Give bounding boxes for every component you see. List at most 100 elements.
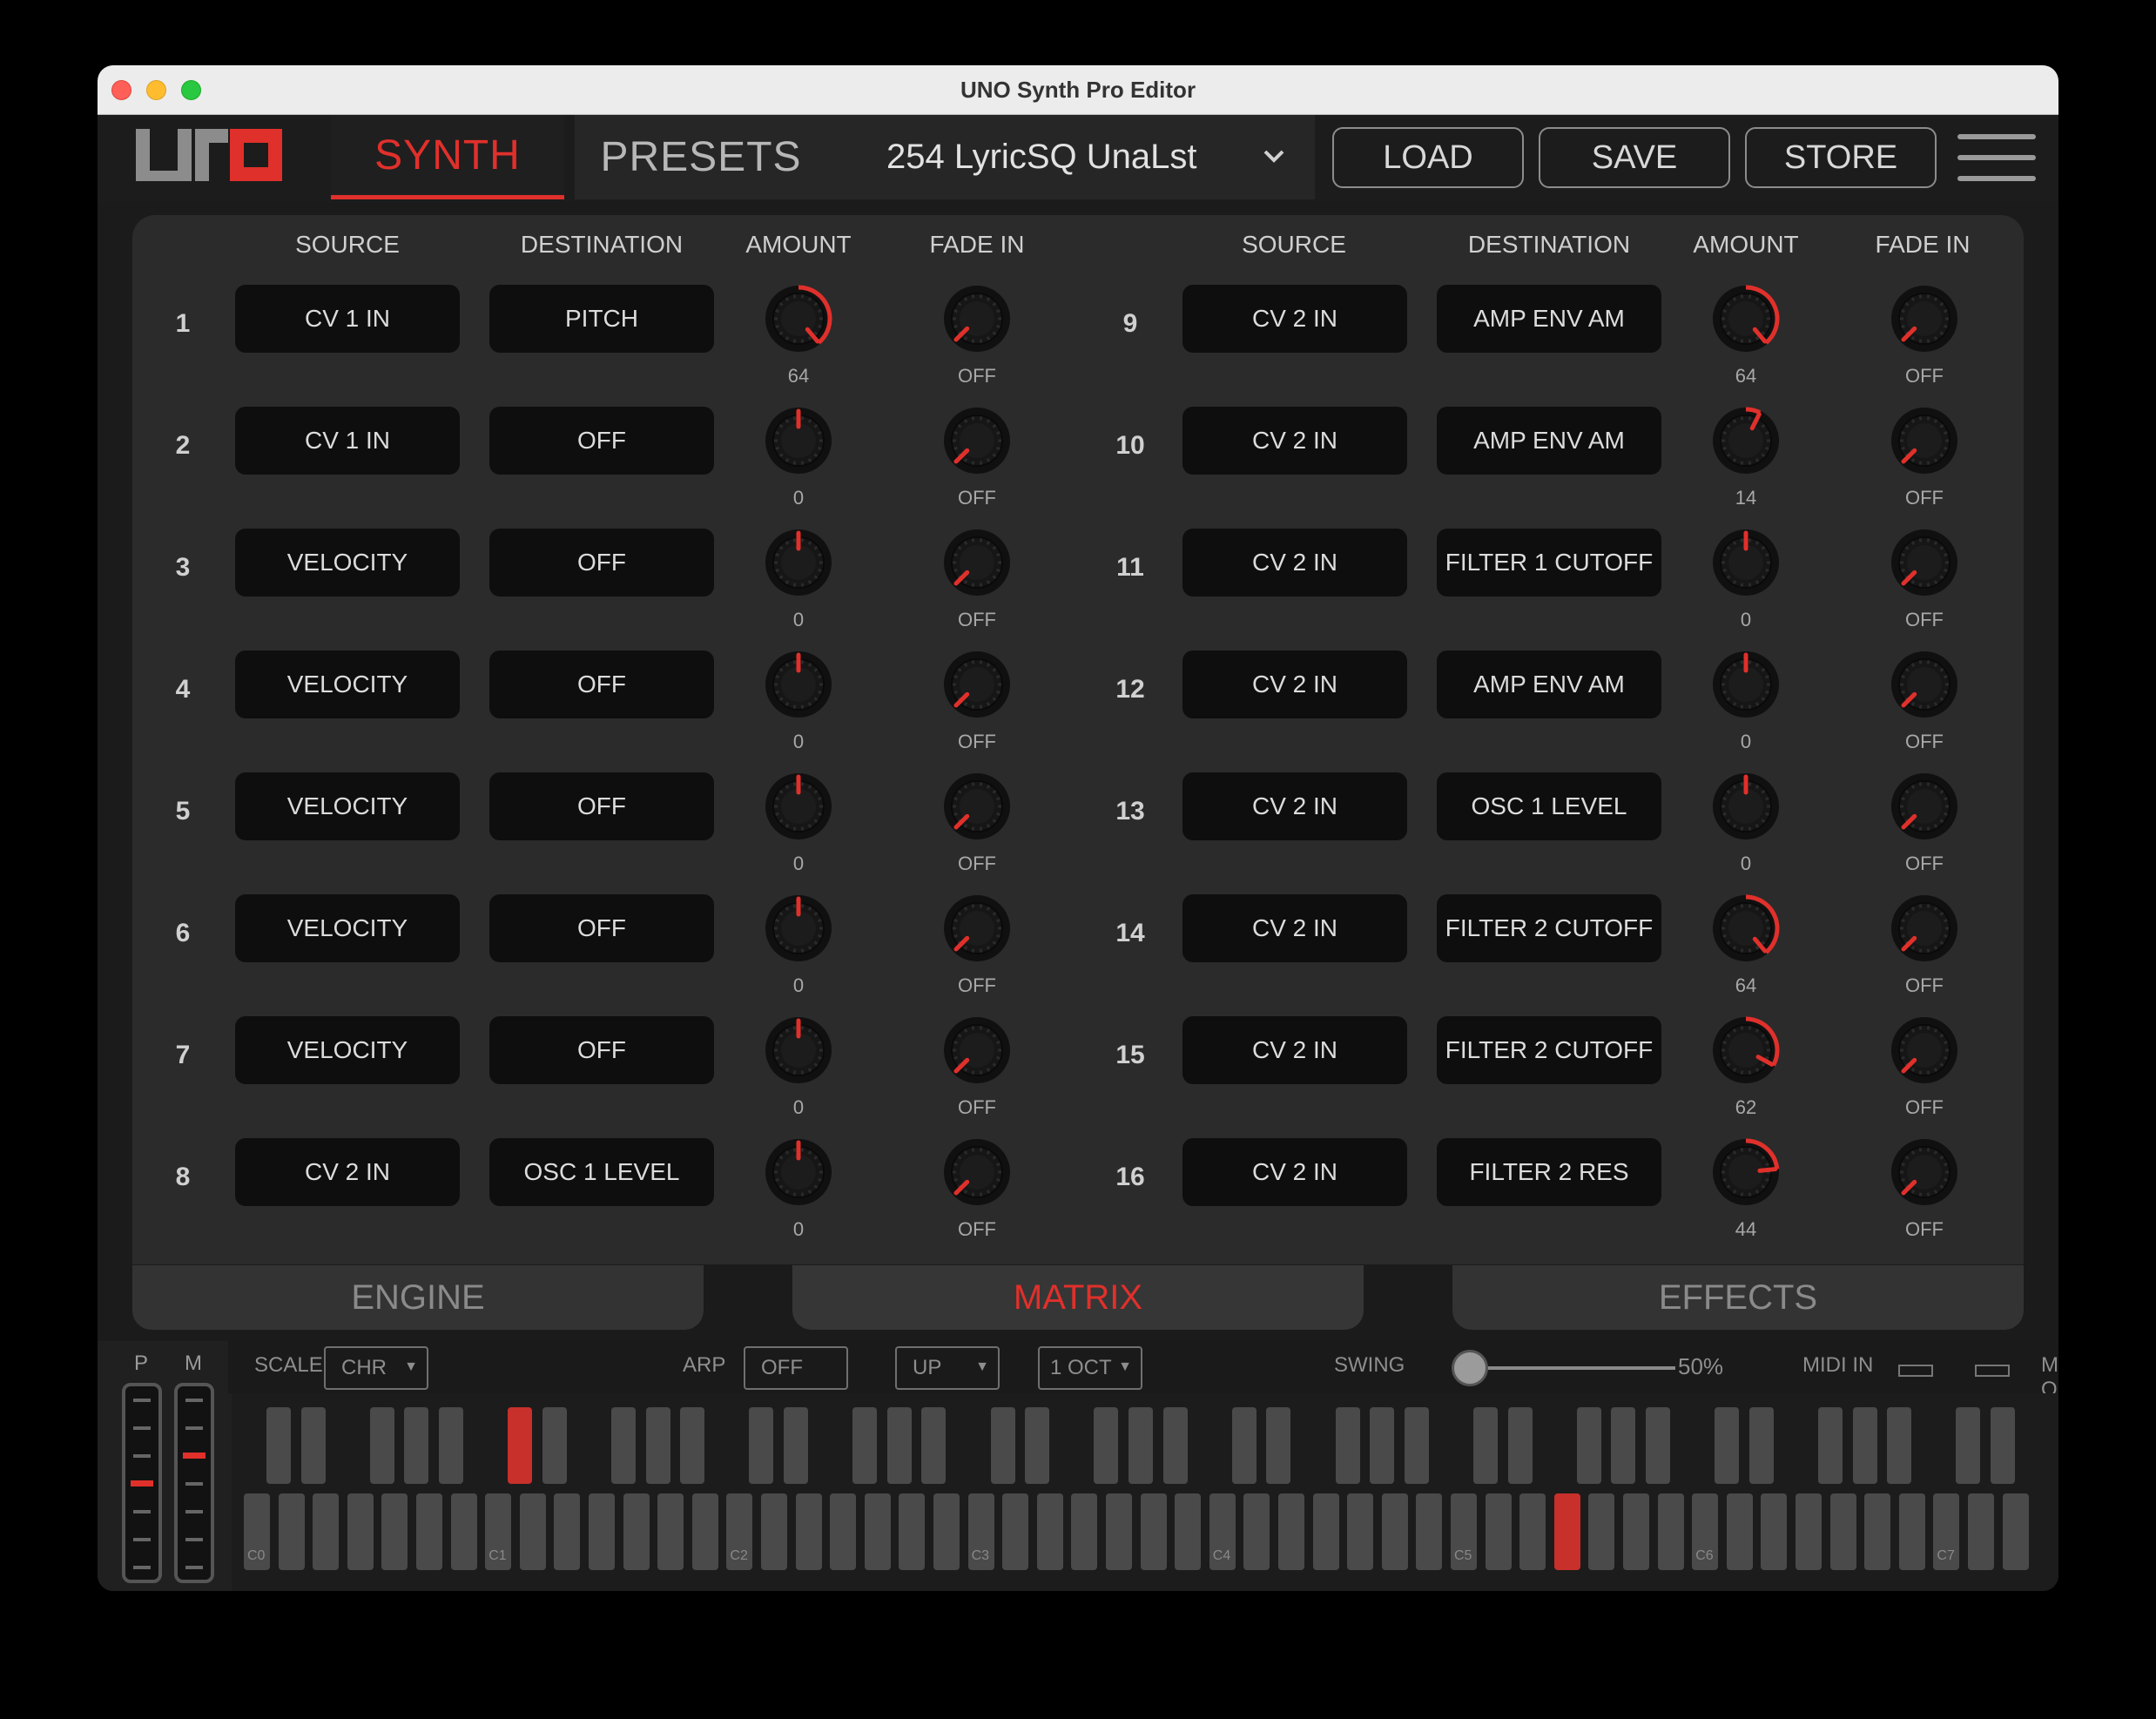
black-key[interactable]: [1576, 1407, 1601, 1484]
black-key[interactable]: [1611, 1407, 1636, 1484]
white-key[interactable]: [347, 1493, 374, 1570]
black-key[interactable]: [404, 1407, 429, 1484]
white-key[interactable]: [1347, 1493, 1374, 1570]
source-select[interactable]: CV 2 IN: [1182, 651, 1407, 718]
amount-knob[interactable]: [1707, 401, 1785, 480]
white-key[interactable]: [1553, 1493, 1580, 1570]
fade-in-knob[interactable]: [1885, 1011, 1964, 1089]
white-key[interactable]: [691, 1493, 718, 1570]
black-key[interactable]: [680, 1407, 705, 1484]
white-key[interactable]: [381, 1493, 408, 1570]
black-key[interactable]: [749, 1407, 774, 1484]
black-key[interactable]: [439, 1407, 463, 1484]
black-key[interactable]: [886, 1407, 912, 1484]
black-key[interactable]: [1231, 1407, 1257, 1484]
black-key[interactable]: [921, 1407, 947, 1484]
white-key[interactable]: [519, 1493, 546, 1570]
white-key[interactable]: [1898, 1493, 1925, 1570]
white-key[interactable]: [1623, 1493, 1649, 1570]
black-key[interactable]: [300, 1407, 326, 1484]
source-select[interactable]: CV 2 IN: [1182, 529, 1407, 597]
arp-toggle[interactable]: OFF: [744, 1346, 848, 1390]
destination-select[interactable]: FILTER 2 RES: [1437, 1138, 1661, 1206]
white-key[interactable]: [1829, 1493, 1856, 1570]
black-key[interactable]: [784, 1407, 808, 1484]
save-button[interactable]: SAVE: [1539, 127, 1730, 188]
destination-select[interactable]: AMP ENV AM: [1437, 285, 1661, 353]
white-key[interactable]: [450, 1493, 477, 1570]
fade-in-knob[interactable]: [1885, 767, 1964, 846]
black-key[interactable]: [1818, 1407, 1843, 1484]
scale-select[interactable]: CHR ▼: [324, 1346, 428, 1390]
white-key[interactable]: [589, 1493, 615, 1570]
white-key[interactable]: [1002, 1493, 1029, 1570]
tab-synth[interactable]: SYNTH: [331, 115, 564, 199]
store-button[interactable]: STORE: [1745, 127, 1937, 188]
source-select[interactable]: CV 2 IN: [1182, 772, 1407, 840]
source-select[interactable]: CV 2 IN: [1182, 1138, 1407, 1206]
white-key[interactable]: [1726, 1493, 1753, 1570]
white-key[interactable]: [1968, 1493, 1994, 1570]
white-key[interactable]: [1071, 1493, 1098, 1570]
white-key[interactable]: [830, 1493, 857, 1570]
black-key[interactable]: [1404, 1407, 1429, 1484]
black-key[interactable]: [1646, 1407, 1670, 1484]
black-key[interactable]: [1473, 1407, 1498, 1484]
destination-select[interactable]: FILTER 2 CUTOFF: [1437, 894, 1661, 962]
fade-in-knob[interactable]: [1885, 645, 1964, 724]
hamburger-menu-icon[interactable]: [1957, 134, 2036, 185]
amount-knob[interactable]: [1707, 889, 1785, 967]
amount-knob[interactable]: [1707, 280, 1785, 358]
white-key[interactable]: [1036, 1493, 1063, 1570]
white-key[interactable]: [1140, 1493, 1167, 1570]
mod-wheel[interactable]: [174, 1383, 214, 1583]
black-key[interactable]: [1852, 1407, 1877, 1484]
black-key[interactable]: [508, 1407, 533, 1484]
source-select[interactable]: CV 2 IN: [1182, 407, 1407, 475]
white-key[interactable]: [278, 1493, 305, 1570]
black-key[interactable]: [266, 1407, 291, 1484]
arp-direction-select[interactable]: UP ▼: [895, 1346, 1000, 1390]
white-key[interactable]: [1106, 1493, 1132, 1570]
black-key[interactable]: [1715, 1407, 1740, 1484]
white-key[interactable]: [623, 1493, 650, 1570]
black-key[interactable]: [1025, 1407, 1050, 1484]
black-key[interactable]: [1956, 1407, 1981, 1484]
white-key[interactable]: [1864, 1493, 1891, 1570]
preset-dropdown[interactable]: 254 LyricSQ UnaLst: [827, 115, 1315, 199]
black-key[interactable]: [1887, 1407, 1912, 1484]
black-key[interactable]: [1129, 1407, 1153, 1484]
black-key[interactable]: [1370, 1407, 1395, 1484]
fade-in-knob[interactable]: [1885, 401, 1964, 480]
fade-in-knob[interactable]: [1885, 280, 1964, 358]
black-key[interactable]: [852, 1407, 878, 1484]
pitch-wheel[interactable]: [122, 1383, 162, 1583]
source-select[interactable]: CV 2 IN: [1182, 285, 1407, 353]
black-key[interactable]: [1335, 1407, 1360, 1484]
white-key[interactable]: [1519, 1493, 1546, 1570]
white-key[interactable]: [1416, 1493, 1443, 1570]
white-key[interactable]: [1796, 1493, 1822, 1570]
black-key[interactable]: [645, 1407, 670, 1484]
white-key[interactable]: [1657, 1493, 1684, 1570]
black-key[interactable]: [1507, 1407, 1533, 1484]
white-key[interactable]: [1588, 1493, 1615, 1570]
black-key[interactable]: [1991, 1407, 2015, 1484]
black-key[interactable]: [1162, 1407, 1188, 1484]
tab-effects[interactable]: EFFECTS: [1452, 1265, 2024, 1330]
white-key[interactable]: [1312, 1493, 1339, 1570]
white-key[interactable]: [554, 1493, 581, 1570]
white-key[interactable]: [313, 1493, 340, 1570]
white-key[interactable]: [1243, 1493, 1270, 1570]
white-key[interactable]: [2002, 1493, 2029, 1570]
fade-in-knob[interactable]: [1885, 523, 1964, 602]
fade-in-knob[interactable]: [1885, 889, 1964, 967]
tab-presets[interactable]: PRESETS: [575, 115, 827, 199]
white-key[interactable]: [899, 1493, 926, 1570]
destination-select[interactable]: FILTER 1 CUTOFF: [1437, 529, 1661, 597]
load-button[interactable]: LOAD: [1332, 127, 1524, 188]
white-key[interactable]: [416, 1493, 442, 1570]
white-key[interactable]: [1175, 1493, 1202, 1570]
amount-knob[interactable]: [1707, 1133, 1785, 1211]
destination-select[interactable]: FILTER 2 CUTOFF: [1437, 1016, 1661, 1084]
